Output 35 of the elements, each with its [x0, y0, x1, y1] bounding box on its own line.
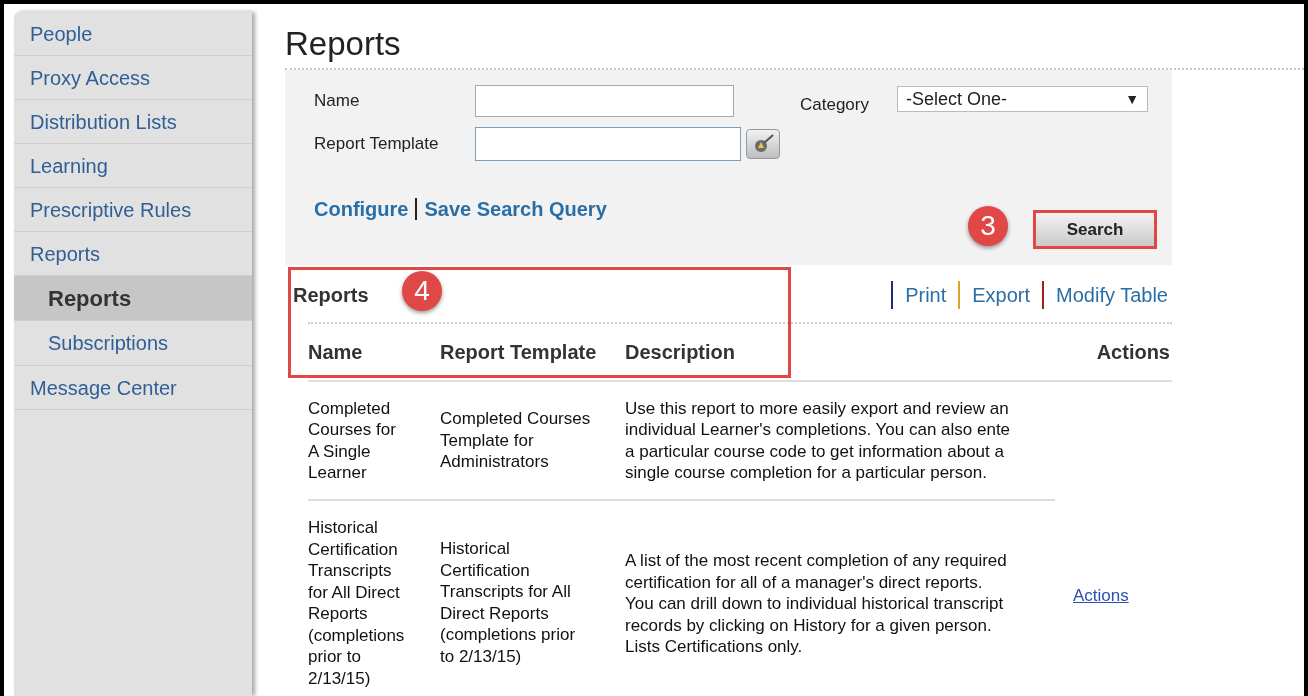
table-link[interactable]: Modify Table [1056, 280, 1168, 310]
name-cell-text: Completed Courses for A Single Learner [308, 397, 397, 484]
sidebar-subitem[interactable]: Reports [14, 276, 252, 321]
results-title: Reports [293, 283, 369, 308]
sidebar-item[interactable]: Learning [14, 144, 252, 188]
category-label: Category [800, 94, 869, 116]
name-cell-text: Historical Certification Transcripts for All Direct Reports (completions prior to 2/13/15) [308, 517, 406, 689]
sidebar-item[interactable]: Prescriptive Rules [14, 188, 252, 232]
column-header: Description [625, 340, 737, 365]
step-number-badge: 3 [968, 206, 1008, 246]
actions-link[interactable]: Actions [1073, 583, 1129, 609]
name-input[interactable] [475, 85, 734, 117]
template-cell-text: Completed Courses Template for Administrators [440, 408, 592, 473]
description-cell-text: Use this report to more easily export and review an individual Learner's completions. You can also ente a particular course code to get information about a single course completion for a particular person. [625, 397, 1012, 484]
template-cell-text: Historical Certification Transcripts for All Direct Reports (completions prior to 2/13/15) [440, 538, 577, 667]
column-header: Name [308, 340, 364, 365]
sidebar-subitem[interactable]: Subscriptions [14, 321, 252, 366]
category-dropdown[interactable]: -Select One- ▼ [897, 86, 1148, 112]
picker-button[interactable] [746, 129, 780, 159]
table-link[interactable]: Print [905, 280, 947, 310]
save-query-link[interactable]: Save Search Query [424, 194, 607, 224]
sidebar-item[interactable]: Distribution Lists [14, 100, 252, 144]
name-label: Name [314, 90, 361, 113]
table-link[interactable]: Export [972, 280, 1031, 310]
sidebar-item[interactable]: People [14, 12, 252, 56]
step-number-badge: 4 [402, 271, 442, 311]
template-input[interactable] [475, 127, 741, 161]
configure-link[interactable]: Configure [314, 194, 409, 224]
sidebar-item[interactable]: Proxy Access [14, 56, 252, 100]
template-label: Report Template [314, 133, 440, 156]
search-button[interactable]: Search [1033, 210, 1157, 249]
description-cell-text: A list of the most recent completion of any required certification for all of a manager's direct reports. You can drill down to individual historical transcript records by clicking on History for a given person. Lists Certifications only. [625, 550, 1008, 658]
column-header: Actions [1096, 340, 1170, 365]
sidebar-item[interactable]: Message Center [14, 366, 252, 410]
column-header: Report Template [440, 340, 598, 365]
